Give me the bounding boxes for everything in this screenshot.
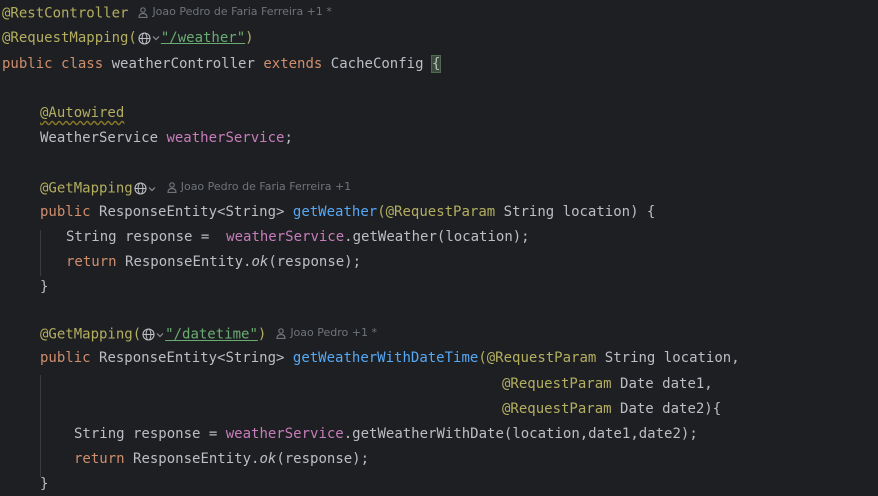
static-method: ok (251, 254, 269, 270)
keyword-public: public (2, 56, 53, 72)
code-line[interactable]: String response = weatherService.getWeat… (74, 424, 698, 444)
autowired-annotation[interactable]: @Autowired (40, 105, 124, 121)
request-mapping-close: ) (245, 30, 254, 46)
author-hint[interactable]: Joao Pedro de Faria Ferreira +1 (167, 177, 351, 197)
param-annotation: @RequestParam (502, 401, 612, 417)
method-call: .getWeatherWithDate(location,date1,date2… (343, 426, 698, 442)
statement-decl: String response = (74, 426, 218, 442)
statement-decl: String response = (66, 229, 210, 245)
code-line[interactable]: @GetMapping Joao Pedro de Faria Ferreira … (40, 177, 351, 197)
author-hint[interactable]: Joao Pedro +1 * (276, 323, 377, 343)
endpoint-menu[interactable] (134, 182, 156, 195)
field-reference: weatherService (226, 229, 345, 245)
code-line[interactable]: @Autowired (40, 103, 124, 123)
close-brace: } (40, 476, 49, 492)
code-line[interactable]: public ResponseEntity<String> getWeather… (40, 348, 740, 368)
method-param: String location, (604, 350, 740, 366)
param-annotation: (@RequestParam (478, 350, 597, 366)
chevron-down-icon (148, 186, 156, 191)
close-brace: } (40, 279, 49, 295)
endpoint-menu[interactable] (142, 328, 164, 341)
param-annotation: @RequestParam (502, 376, 612, 392)
indent-guide (40, 230, 41, 276)
parent-class-name: CacheConfig (330, 56, 424, 72)
code-line[interactable]: @RequestParam Date date1, (502, 374, 713, 394)
class-reference: ResponseEntity. (133, 451, 260, 467)
method-name: getWeather (292, 204, 378, 220)
code-line[interactable]: public ResponseEntity<String> getWeather… (40, 202, 655, 222)
return-type: ResponseEntity<String> (99, 350, 285, 366)
code-line[interactable]: } (40, 277, 48, 297)
globe-icon (134, 182, 147, 195)
keyword-public: public (40, 350, 91, 366)
keyword-public: public (40, 204, 91, 220)
person-icon (138, 6, 149, 18)
request-mapping-path[interactable]: "/weather" (161, 30, 245, 46)
getmapping-close: ) (257, 326, 267, 343)
field-name: weatherService (166, 130, 285, 146)
method-param: Date date1, (620, 376, 713, 392)
getmapping-annotation: @GetMapping( (40, 326, 142, 343)
static-method: ok (259, 451, 277, 467)
author-hint-text: Joao Pedro de Faria Ferreira +1 * (152, 5, 332, 18)
return-type: ResponseEntity<String> (99, 204, 285, 220)
author-hint-text: Joao Pedro +1 * (290, 326, 377, 339)
method-param: Date date2){ (620, 401, 722, 417)
field-reference: weatherService (225, 426, 344, 442)
class-reference: ResponseEntity. (125, 254, 252, 270)
code-line[interactable]: return ResponseEntity.ok(response); (66, 252, 361, 272)
call-args: (response); (268, 254, 362, 270)
code-line[interactable]: @RestController Joao Pedro de Faria Ferre… (2, 2, 332, 22)
keyword-extends: extends (263, 56, 323, 72)
code-line[interactable]: WeatherService weatherService; (40, 128, 293, 148)
getmapping-annotation: @GetMapping (40, 180, 133, 197)
chevron-down-icon (156, 332, 164, 337)
class-annotation: @RestController (2, 5, 129, 22)
code-line[interactable]: public class weatherController extends C… (2, 54, 442, 74)
request-mapping-annotation: @RequestMapping( (2, 30, 137, 46)
code-editor[interactable]: @RestController Joao Pedro de Faria Ferre… (0, 0, 878, 496)
semicolon: ; (284, 130, 293, 146)
author-hint[interactable]: Joao Pedro de Faria Ferreira +1 * (138, 2, 332, 22)
code-line[interactable]: String response = weatherService.getWeat… (66, 227, 530, 247)
field-type: WeatherService (40, 130, 159, 146)
keyword-return: return (74, 451, 125, 467)
code-line[interactable]: } (40, 474, 48, 494)
code-line[interactable]: @RequestMapping( "/weather") (2, 28, 254, 48)
class-open-brace: { (430, 55, 442, 73)
method-call: .getWeather(location); (344, 229, 530, 245)
person-icon (276, 327, 286, 339)
code-line[interactable]: @RequestParam Date date2){ (502, 399, 721, 419)
keyword-class: class (61, 56, 104, 72)
code-line[interactable]: @GetMapping( "/datetime") Joao Pedro +1 * (40, 323, 377, 343)
globe-icon (142, 328, 155, 341)
method-name: getWeatherWithDateTime (292, 350, 479, 366)
chevron-down-icon (152, 36, 160, 41)
endpoint-menu[interactable] (138, 31, 160, 45)
getmapping-path[interactable]: "/datetime" (165, 327, 258, 343)
param-annotation: (@RequestParam (377, 204, 496, 220)
person-icon (167, 181, 177, 193)
class-name: weatherController (111, 56, 255, 72)
method-params: String location) { (503, 204, 656, 220)
indent-guide (40, 375, 41, 477)
globe-icon (138, 31, 151, 45)
keyword-return: return (66, 254, 117, 270)
call-args: (response); (276, 451, 370, 467)
code-line[interactable]: return ResponseEntity.ok(response); (74, 449, 369, 469)
author-hint-text: Joao Pedro de Faria Ferreira +1 (180, 180, 352, 193)
